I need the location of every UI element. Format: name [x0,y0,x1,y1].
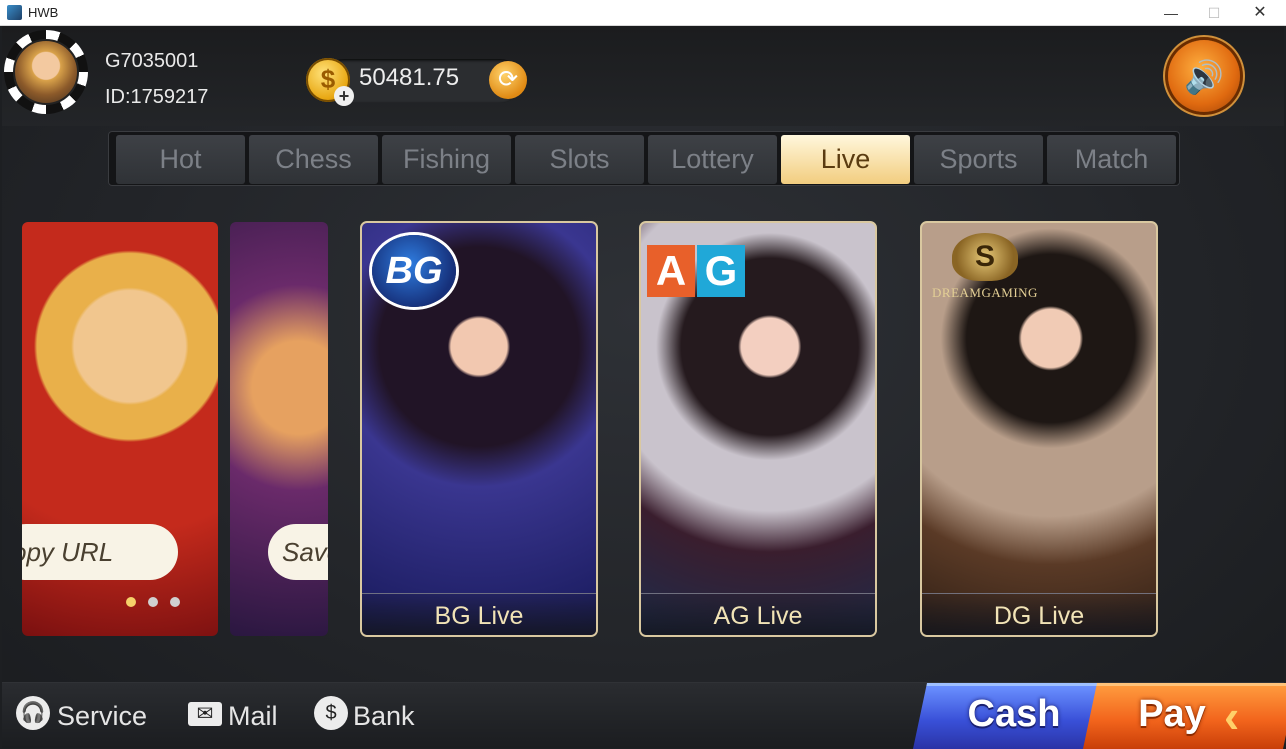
game-card-bg-live[interactable]: BG BG Live [360,221,598,637]
money-bag-icon[interactable]: $ [314,696,348,730]
refresh-icon: ⟳ [497,66,519,93]
user-id: ID:1759217 [105,86,209,108]
card-label: AG Live [713,602,803,630]
app-window: G7035001 ID:1759217 $ + 50481.75 ⟳ 🔊 Hot… [2,26,1286,749]
window-titlebar: HWB — ☐ ✕ [0,0,1286,26]
dg-crest-icon: S [952,233,1018,281]
app-icon [7,5,22,20]
game-card-dg-live[interactable]: S DREAMGAMING DG Live [920,221,1158,637]
close-button[interactable]: ✕ [1237,0,1283,26]
tab-sports[interactable]: Sports [914,135,1043,184]
dg-logo: S DREAMGAMING [922,233,1048,307]
carousel-dots [126,594,192,612]
refresh-button[interactable]: ⟳ [489,61,527,99]
copy-url-button[interactable]: opy URL [22,524,178,580]
balance-amount: 50481.75 [359,64,460,91]
category-tabs: Hot Chess Fishing Slots Lottery Live Spo… [108,131,1180,186]
window-title: HWB [28,5,59,20]
username: G7035001 [105,50,199,72]
service-button[interactable]: Service [57,699,147,733]
tab-fishing[interactable]: Fishing [382,135,511,184]
avatar-frame[interactable] [4,30,88,114]
footer-bar: 🎧 Service ✉ Mail $ Bank Cash Pay ‹ [2,682,1286,749]
bg-logo: BG [372,235,456,307]
promo-carousel[interactable]: opy URL Save [22,222,328,636]
ag-logo-g: G [697,245,745,297]
tab-match[interactable]: Match [1047,135,1176,184]
card-label: BG Live [434,602,524,630]
pay-label[interactable]: Pay [1132,693,1212,736]
headset-icon[interactable]: 🎧 [16,696,50,730]
carousel-dot[interactable] [170,597,180,607]
game-card-ag-live[interactable]: A G AG Live [639,221,877,637]
header: G7035001 ID:1759217 $ + 50481.75 ⟳ 🔊 [2,26,1284,126]
coin-icon[interactable]: $ + [306,58,354,106]
ag-logo-a: A [647,245,695,297]
carousel-dot[interactable] [148,597,158,607]
tab-chess[interactable]: Chess [249,135,378,184]
tab-hot[interactable]: Hot [116,135,245,184]
tab-lottery[interactable]: Lottery [648,135,777,184]
ag-logo: A G [647,245,747,297]
chevron-left-icon: ‹ [1224,690,1240,742]
bank-button[interactable]: Bank [353,699,415,733]
carousel-dot[interactable] [126,597,136,607]
speaker-icon: 🔊 [1184,59,1224,95]
mail-button[interactable]: Mail [228,699,278,733]
avatar[interactable] [13,39,79,105]
minimize-button[interactable]: — [1148,0,1194,26]
mail-icon[interactable]: ✉ [188,702,222,726]
dg-logo-text: DREAMGAMING [932,285,1038,300]
plus-icon: + [334,86,354,106]
cash-label[interactable]: Cash [964,693,1064,736]
tab-slots[interactable]: Slots [515,135,644,184]
sound-button[interactable]: 🔊 [1168,40,1240,112]
maximize-button[interactable]: ☐ [1191,0,1237,26]
save-button[interactable]: Save [268,524,328,580]
tab-live[interactable]: Live [781,135,910,184]
card-label: DG Live [993,602,1085,630]
